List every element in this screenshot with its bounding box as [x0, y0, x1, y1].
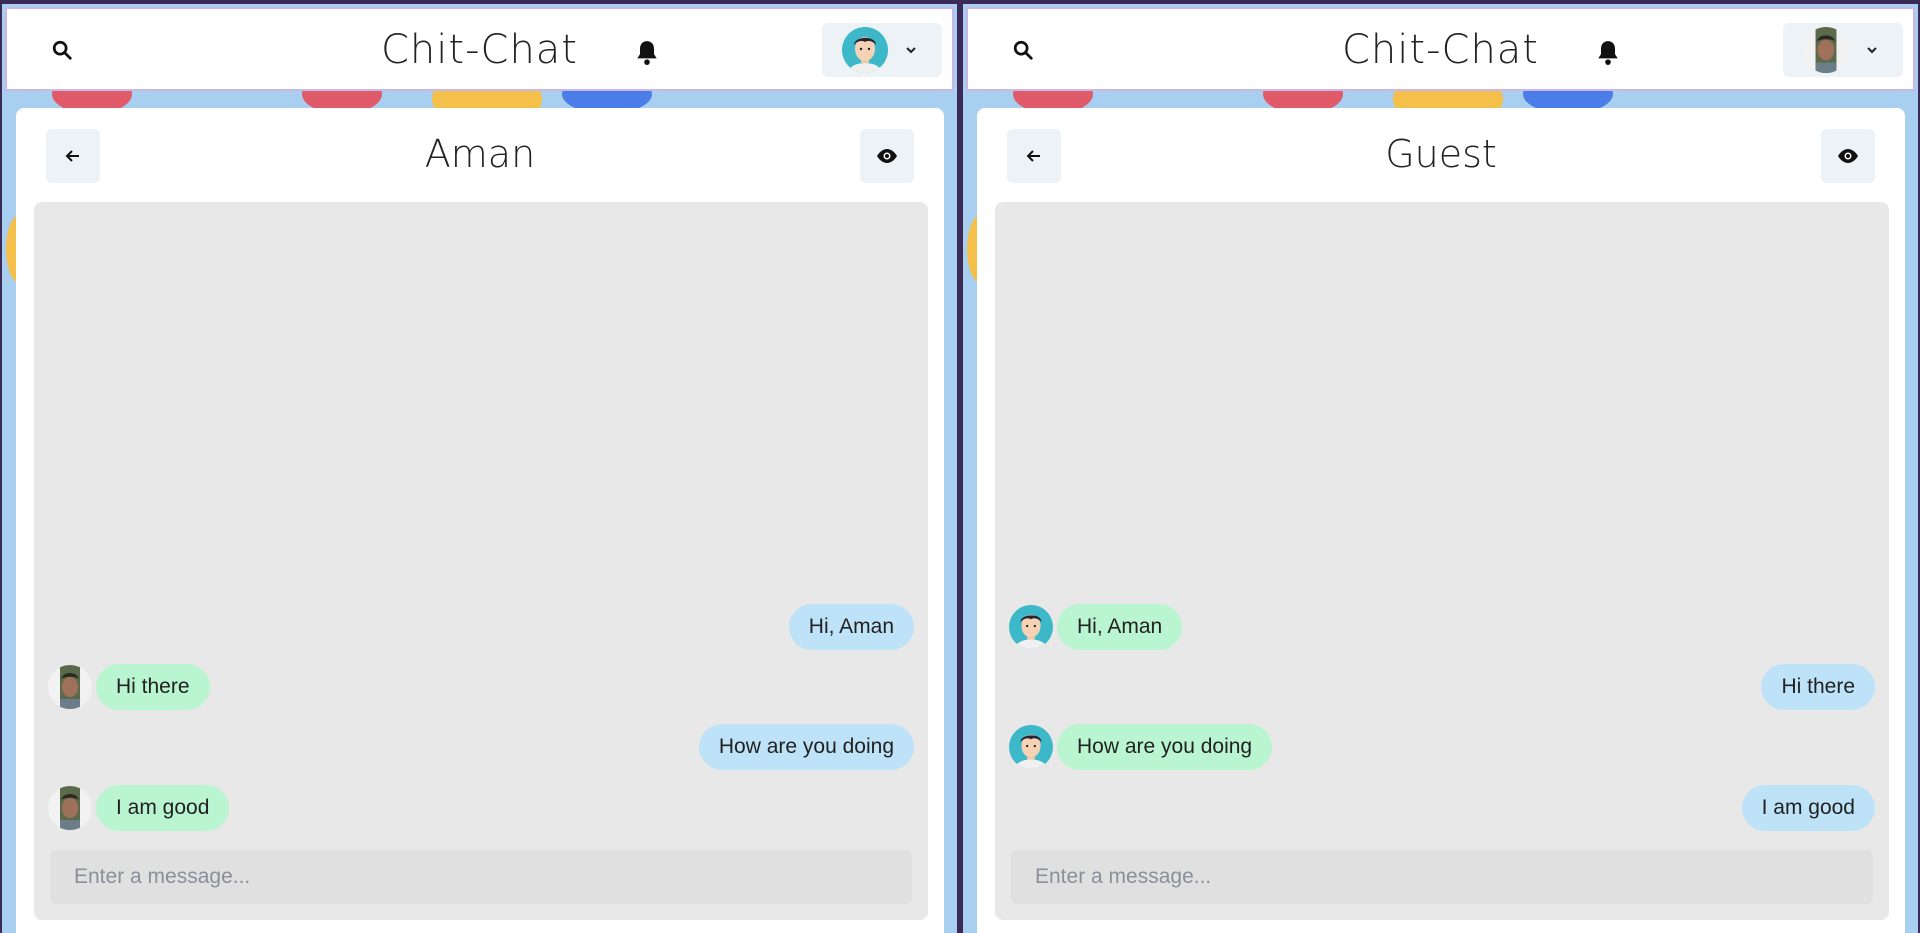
user-avatar — [842, 27, 888, 73]
message-row: Hi there — [48, 664, 914, 710]
search-button[interactable] — [998, 31, 1048, 69]
chat-title: Guest — [1385, 132, 1497, 176]
back-button[interactable] — [1007, 129, 1061, 183]
message-row: How are you doing — [48, 724, 914, 770]
notifications-button[interactable] — [627, 33, 667, 73]
app-title: Chit-Chat — [1342, 27, 1539, 73]
chat-header: Aman — [16, 108, 944, 198]
message-bubble-incoming: Hi there — [96, 664, 210, 710]
view-profile-button[interactable] — [860, 129, 914, 183]
message-row: I am good — [48, 785, 914, 831]
chat-card: Guest Hi, Aman Hi there How are you doin… — [977, 108, 1905, 933]
profile-menu-button[interactable] — [1783, 23, 1903, 77]
cartoon-man-avatar-icon — [1009, 605, 1053, 649]
message-list: Hi, Aman Hi there How are you doing I am… — [995, 202, 1889, 920]
cartoon-man-avatar-icon — [1009, 725, 1053, 769]
sender-avatar — [1009, 605, 1053, 649]
chevron-down-icon — [1867, 47, 1877, 54]
message-bubble-incoming: How are you doing — [1057, 724, 1273, 770]
chat-card: Aman Hi, Aman Hi there How are you doing — [16, 108, 944, 933]
photo-woman-avatar-icon — [48, 665, 92, 709]
user-avatar — [1803, 27, 1849, 73]
arrow-left-icon — [1026, 150, 1040, 162]
message-list: Hi, Aman Hi there How are you doing I am… — [34, 202, 928, 920]
bell-icon — [637, 41, 657, 65]
chat-title: Aman — [424, 132, 536, 176]
top-navbar: Chit-Chat — [5, 7, 954, 91]
sender-avatar — [48, 665, 92, 709]
message-row: Hi there — [1009, 664, 1875, 710]
photo-woman-avatar-icon — [48, 786, 92, 830]
profile-menu-button[interactable] — [822, 23, 942, 77]
message-bubble-outgoing: Hi, Aman — [788, 604, 914, 650]
message-bubble-incoming: Hi, Aman — [1057, 604, 1183, 650]
chat-window-left: Chit-Chat Aman Hi, Aman Hi there How are… — [2, 4, 957, 933]
eye-icon — [1838, 149, 1858, 163]
message-row: I am good — [1009, 785, 1875, 831]
message-bubble-outgoing: I am good — [1741, 785, 1875, 831]
sender-avatar — [1009, 725, 1053, 769]
search-icon — [1013, 40, 1033, 60]
view-profile-button[interactable] — [1821, 129, 1875, 183]
message-row: How are you doing — [1009, 724, 1875, 770]
search-icon — [52, 40, 72, 60]
eye-icon — [877, 149, 897, 163]
message-bubble-outgoing: Hi there — [1761, 664, 1875, 710]
message-bubble-outgoing: How are you doing — [698, 724, 914, 770]
bell-icon — [1598, 41, 1618, 65]
message-input[interactable] — [50, 850, 912, 904]
notifications-button[interactable] — [1588, 33, 1628, 73]
back-button[interactable] — [46, 129, 100, 183]
photo-woman-avatar-icon — [1803, 27, 1849, 73]
message-input[interactable] — [1011, 850, 1873, 904]
cartoon-man-avatar-icon — [842, 27, 888, 73]
top-navbar: Chit-Chat — [966, 7, 1915, 91]
message-row: Hi, Aman — [1009, 604, 1875, 650]
app-title: Chit-Chat — [381, 27, 578, 73]
chevron-down-icon — [906, 47, 916, 54]
arrow-left-icon — [65, 150, 79, 162]
message-bubble-incoming: I am good — [96, 785, 230, 831]
search-button[interactable] — [37, 31, 87, 69]
chat-header: Guest — [977, 108, 1905, 198]
sender-avatar — [48, 786, 92, 830]
message-row: Hi, Aman — [48, 604, 914, 650]
chat-window-right: Chit-Chat Guest Hi, Aman Hi there How ar… — [963, 4, 1918, 933]
